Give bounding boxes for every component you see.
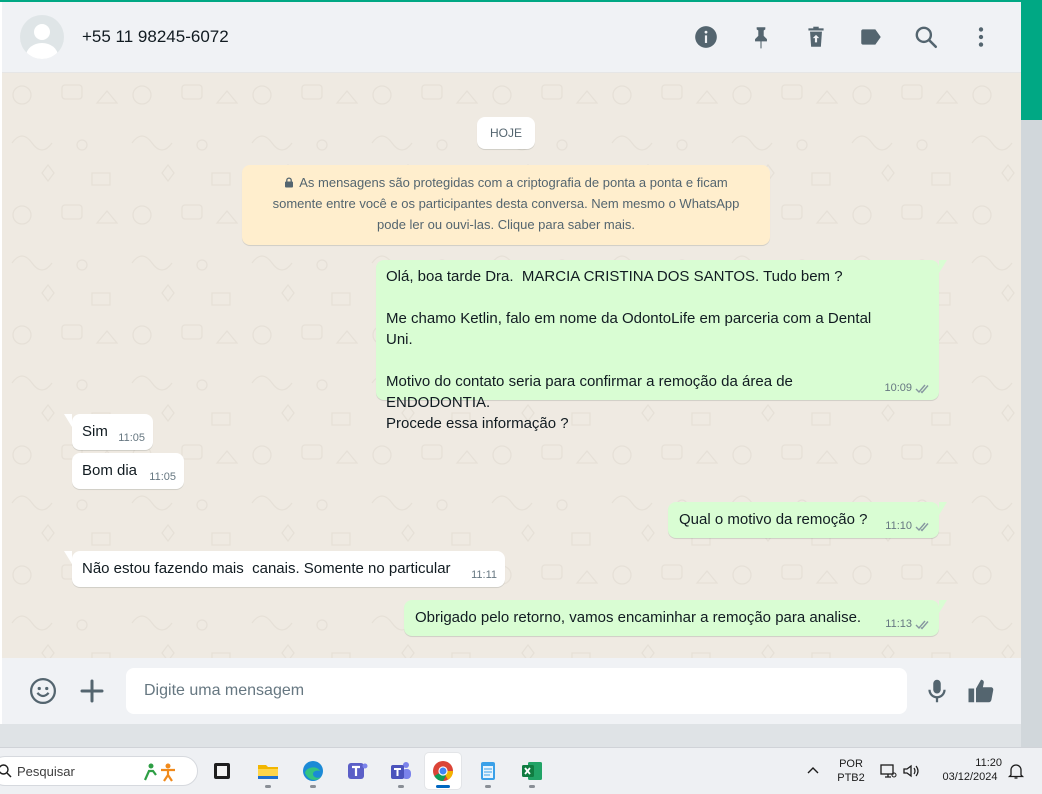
attach-plus-icon[interactable] [77,676,107,706]
label-icon[interactable] [858,24,884,50]
teams-icon [348,763,368,779]
message-text: Bom dia [82,462,138,479]
browser-scrollbar-accent [1021,2,1042,120]
date-chip: HOJE [477,117,535,149]
message-text: Obrigado pelo retorno, vamos encaminhar … [415,609,862,626]
contact-name[interactable]: +55 11 98245-6072 [82,27,229,47]
message-time: 10:09 [884,382,912,394]
bubble-tail [939,600,947,613]
notification-bell-icon[interactable] [1007,762,1025,780]
message-input[interactable] [126,668,907,714]
message-time: 11:10 [885,520,912,532]
message-time: 11:05 [149,471,176,483]
bubble-tail [64,414,72,427]
message-bubble-incoming[interactable]: Bom dia 11:05 [72,453,184,489]
active-indicator [436,785,450,788]
message-meta: 11:05 [118,431,145,445]
search-label: Pesquisar [17,764,75,779]
message-meta: 11:11 [471,568,497,582]
task-view-icon [214,763,230,779]
browser-scrollbar-strip [1021,120,1042,747]
encryption-notice-line-1: As mensagens são protegidas com a cripto… [299,175,728,190]
avatar-head-shape [34,24,50,40]
message-text: Qual o motivo da remoção ? [679,511,868,528]
message-time: 11:13 [885,618,912,630]
delete-icon[interactable] [803,24,829,50]
chrome-icon [433,761,454,782]
taskbar-task-view[interactable] [204,753,240,789]
contact-avatar[interactable] [20,15,64,59]
taskbar-notepad[interactable] [470,753,506,789]
encryption-notice-line-2: somente entre você e os participantes de… [272,196,740,211]
read-ticks-icon [915,384,929,394]
clock-date: 03/12/2024 [942,771,998,783]
message-time: 11:11 [471,569,497,581]
message-meta: 11:13 [885,617,931,631]
menu-icon[interactable] [968,24,994,50]
folder-icon [258,765,278,779]
message-meta: 11:05 [149,470,176,484]
taskbar-teams[interactable] [339,753,375,789]
emoji-icon[interactable] [28,676,58,706]
message-bubble-outgoing[interactable]: Olá, boa tarde Dra. MARCIA CRISTINA DOS … [376,260,947,432]
running-indicator [529,785,535,788]
search-icon[interactable] [913,24,939,50]
chat-area[interactable]: HOJE As mensagens são protegidas com a c… [2,73,1021,658]
read-ticks-icon [915,620,929,630]
excel-icon [522,762,542,780]
message-bubble-outgoing[interactable]: Qual o motivo da remoção ? 11:10 [668,502,947,538]
message-bubble-outgoing[interactable]: Obrigado pelo retorno, vamos encaminhar … [404,600,947,636]
browser-bottom-gap [0,724,1021,747]
taskbar-teams-classic[interactable] [383,753,419,789]
info-icon[interactable] [693,24,719,50]
whatsapp-web-app: +55 11 98245-6072 HOJE As mensagens são … [2,2,1021,724]
taskbar-clock[interactable]: 11:20 03/12/2024 [932,756,1008,784]
search-highlight-icon [143,763,175,782]
lock-icon [285,177,294,188]
running-indicator [398,785,404,788]
taskbar-edge[interactable] [295,753,331,789]
message-text: Olá, boa tarde Dra. MARCIA CRISTINA DOS … [386,268,872,432]
thumbs-up-icon[interactable] [966,676,996,706]
taskbar-excel[interactable] [514,753,550,789]
taskbar-file-explorer[interactable] [250,753,286,789]
teams-classic-icon [391,762,411,779]
windows-taskbar: Pesquisar POR PTB2 11:20 03/12/2024 [0,747,1042,794]
notepad-icon [481,762,495,780]
bubble-tail [939,502,947,515]
avatar-body-shape [26,43,58,59]
bubble-tail [939,260,947,273]
message-composer [2,658,1021,724]
microphone-icon[interactable] [922,676,952,706]
running-indicator [265,785,271,788]
chevron-up-icon[interactable] [806,764,820,778]
volume-icon[interactable] [902,762,920,780]
encryption-notice-line-3: pode ler ou ouvi-las. Clique para saber … [377,217,635,232]
keyboard-layout: PTB2 [837,772,865,784]
message-time: 11:05 [118,432,145,444]
network-icon[interactable] [879,762,897,780]
message-meta: 10:09 [884,381,931,395]
message-text: Sim [82,423,108,440]
encryption-notice[interactable]: As mensagens são protegidas com a cripto… [242,165,770,245]
edge-icon [303,761,323,781]
message-text: Não estou fazendo mais canais. Somente n… [82,560,451,577]
read-ticks-icon [915,522,929,532]
taskbar-chrome[interactable] [425,753,461,789]
clock-time: 11:20 [975,757,1002,769]
message-meta: 11:10 [885,519,931,533]
message-bubble-incoming[interactable]: Sim 11:05 [64,414,153,450]
running-indicator [310,785,316,788]
running-indicator [485,785,491,788]
input-language[interactable]: POR PTB2 [833,757,869,785]
chat-header: +55 11 98245-6072 [2,2,1021,73]
message-bubble-incoming[interactable]: Não estou fazendo mais canais. Somente n… [64,551,505,587]
search-icon [0,764,12,778]
language-code: POR [839,758,863,770]
bubble-tail [64,551,72,564]
taskbar-search[interactable]: Pesquisar [0,756,198,786]
pin-icon[interactable] [748,24,774,50]
